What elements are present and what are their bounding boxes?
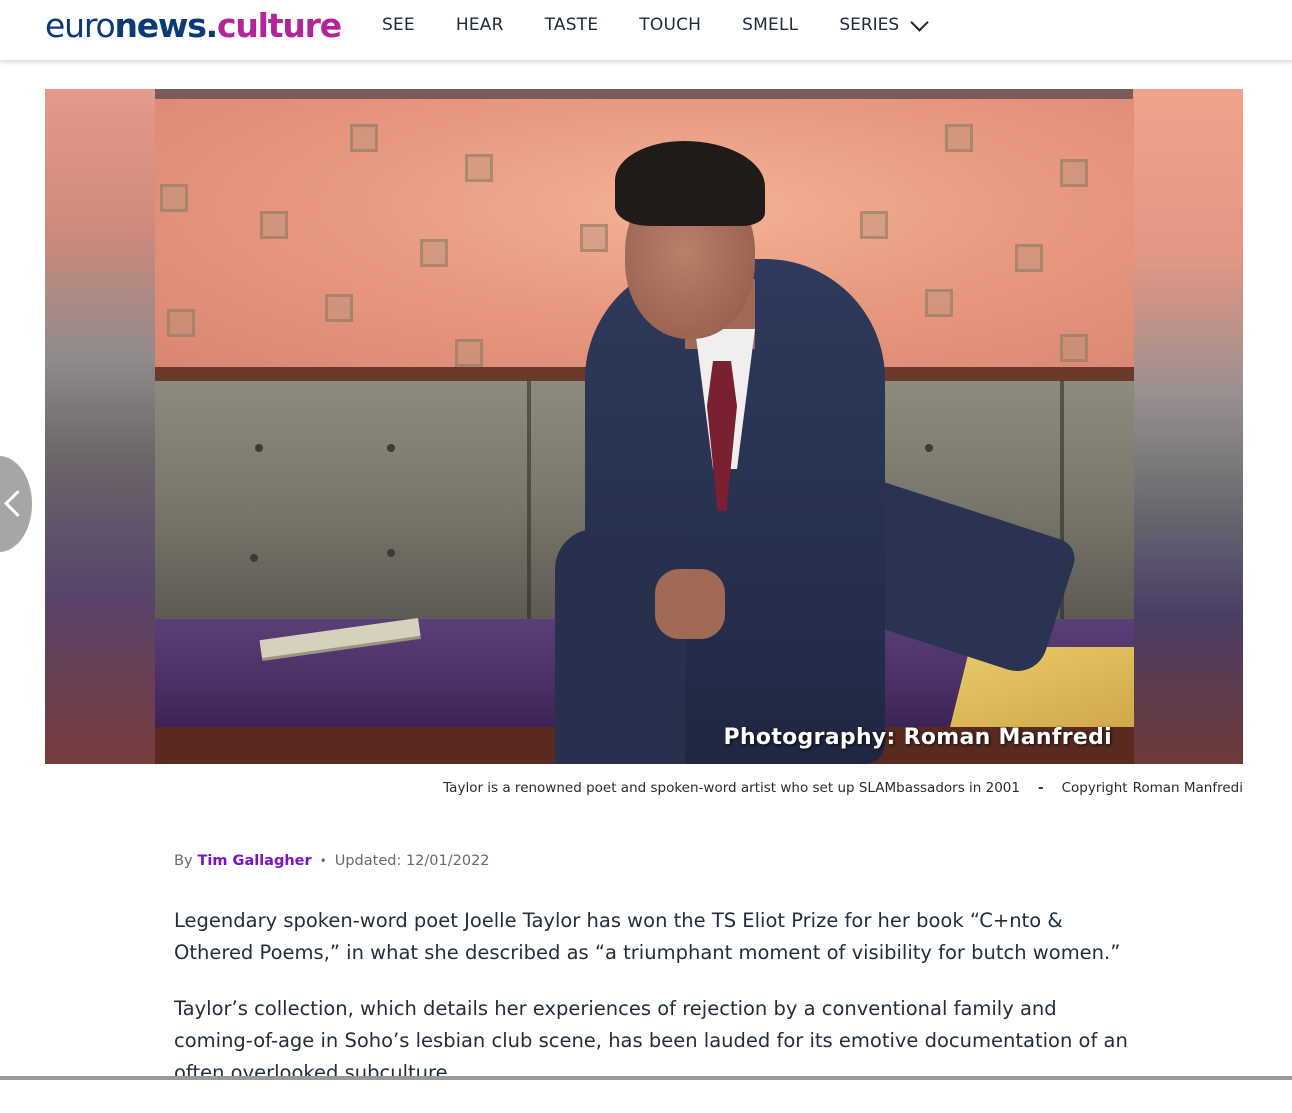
logo-culture: culture [217,6,341,45]
sofa-button [387,549,395,557]
wall-tile [455,339,483,367]
nav-hear[interactable]: HEAR [456,15,504,35]
logo-dot: . [206,6,217,45]
article-body: Legendary spoken-word poet Joelle Taylor… [174,905,1134,1113]
copyright-label: Copyright [1062,780,1128,796]
author-link[interactable]: Tim Gallagher [198,853,312,869]
sofa-button [255,444,263,452]
byline-by: By [174,853,193,869]
wall-tile [1060,334,1088,362]
nav-touch[interactable]: TOUCH [639,15,701,35]
wall-tile [325,294,353,322]
image-caption: Taylor is a renowned poet and spoken-wor… [443,780,1243,796]
nav-taste[interactable]: TASTE [545,15,599,35]
nav-series-label: SERIES [839,15,899,35]
person-leg [555,529,685,764]
wall-tile [350,124,378,152]
wall-tile [945,124,973,152]
wall-tile [580,224,608,252]
caption-text: Taylor is a renowned poet and spoken-wor… [443,780,1020,796]
sofa-button [250,554,258,562]
hero-blur-left [45,89,155,764]
chevron-down-icon [911,13,929,31]
euronews-culture-logo[interactable]: euronews.culture [45,4,341,48]
site-header: euronews.culture SEE HEAR TASTE TOUCH SM… [0,0,1292,61]
nav-see[interactable]: SEE [382,15,415,35]
byline-bullet: • [320,854,327,868]
caption-separator: - [1038,780,1044,796]
horizontal-scrollbar[interactable] [0,1076,1292,1080]
wall-tile [925,289,953,317]
wall-tile [420,239,448,267]
sofa-button [925,444,933,452]
wall-tile [1015,244,1043,272]
sofa-seam [527,381,531,619]
updated-date: Updated: 12/01/2022 [335,853,490,869]
wall-tile [1060,159,1088,187]
wall-tile [465,154,493,182]
nav-smell[interactable]: SMELL [742,15,798,35]
logo-euro: euro [45,6,114,45]
wall-tile [167,309,195,337]
sofa-button [387,444,395,452]
nav-series-dropdown[interactable]: SERIES [839,15,926,35]
carousel-prev-button[interactable] [0,456,32,552]
byline: By Tim Gallagher • Updated: 12/01/2022 [174,853,490,869]
article-paragraph: Taylor’s collection, which details her e… [174,993,1134,1089]
logo-news: news [114,6,205,45]
article-photo: Photography: Roman Manfredi [155,99,1134,764]
main-nav: SEE HEAR TASTE TOUCH SMELL SERIES [382,0,926,50]
hero-blur-right [1133,89,1243,764]
copyright-holder: Roman Manfredi [1133,780,1243,796]
wall-tile [160,184,188,212]
person-hands [655,569,725,639]
wall-tile [860,211,888,239]
photo-credit-overlay: Photography: Roman Manfredi [724,725,1112,750]
wall-tile [260,211,288,239]
article-paragraph: Legendary spoken-word poet Joelle Taylor… [174,905,1134,969]
chevron-left-icon [4,490,31,517]
hero-image: Photography: Roman Manfredi [45,89,1243,764]
